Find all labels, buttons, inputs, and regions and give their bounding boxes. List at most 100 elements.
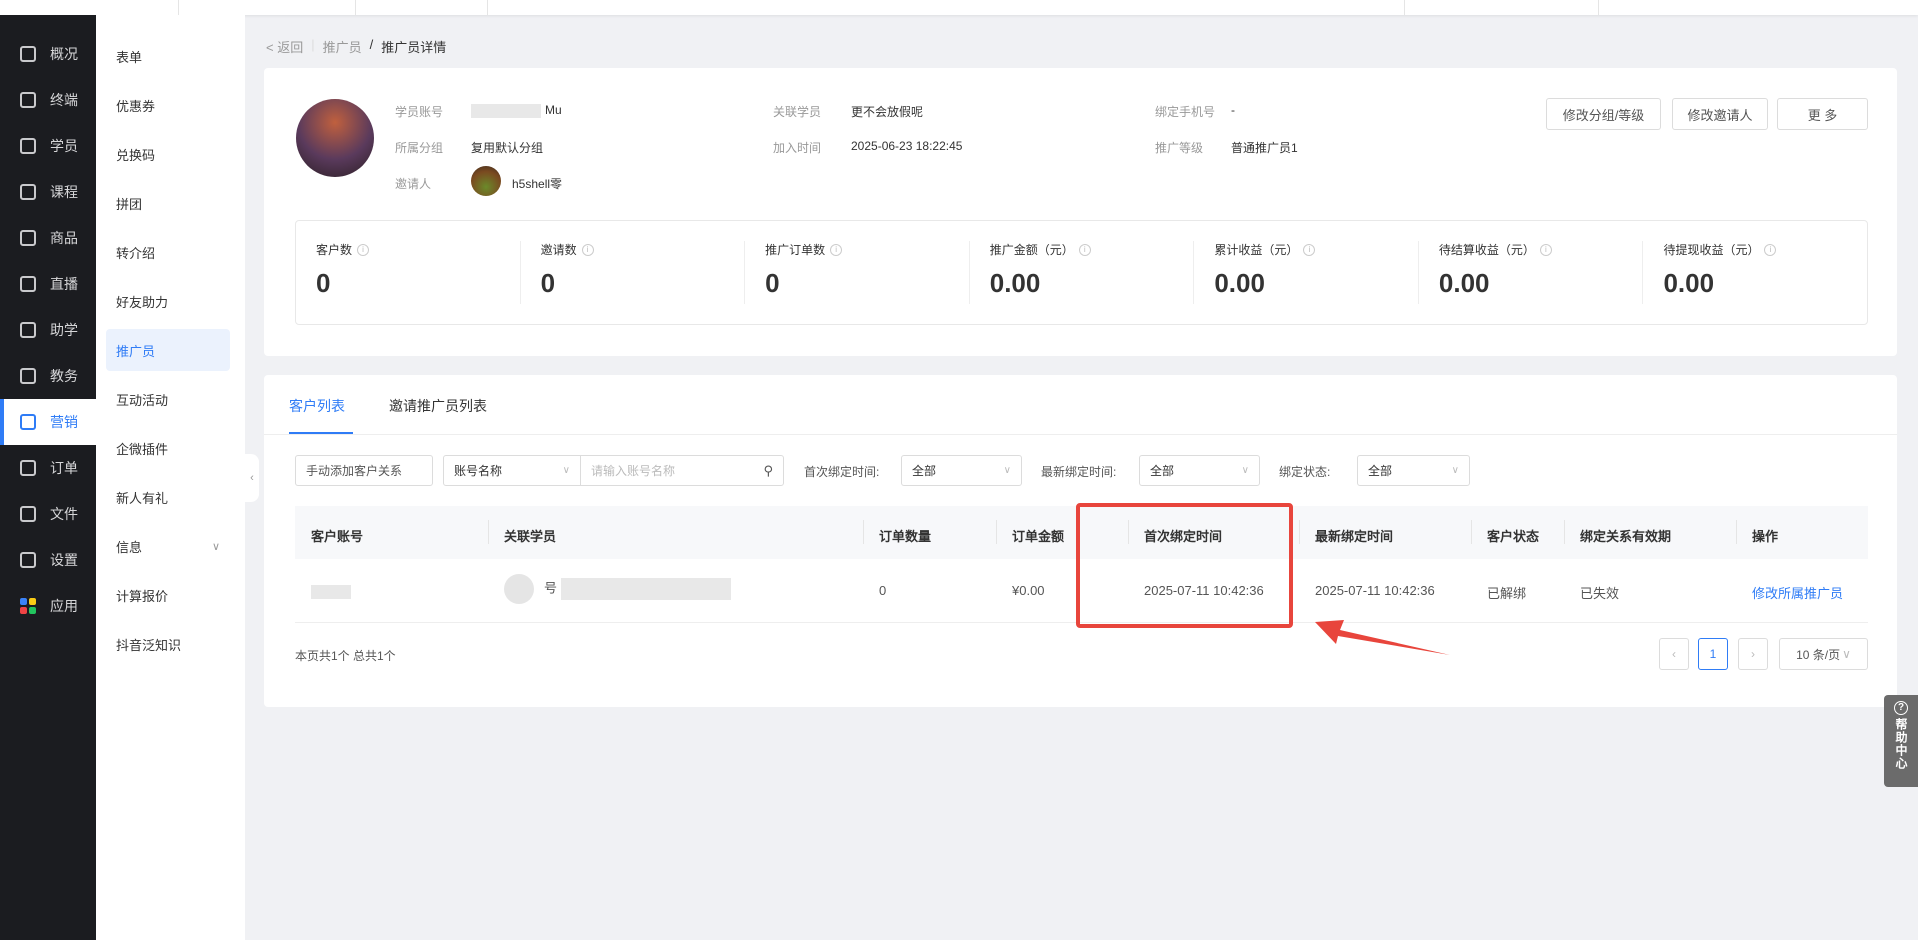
nav-item-2[interactable]: 学员 bbox=[0, 123, 96, 169]
account-value: Mu bbox=[471, 103, 562, 118]
subnav-label: 新人有礼 bbox=[116, 490, 169, 506]
folder-icon bbox=[20, 506, 36, 522]
column-divider bbox=[488, 520, 489, 544]
chevron-down-icon: ∨ bbox=[1842, 647, 1851, 661]
subnav-item-4[interactable]: 转介绍 bbox=[106, 231, 230, 273]
stat-value: 0 bbox=[540, 268, 556, 298]
tab-divider bbox=[264, 434, 1897, 435]
nav-item-5[interactable]: 直播 bbox=[0, 261, 96, 307]
subnav-item-9[interactable]: 新人有礼 bbox=[106, 476, 230, 518]
nav-item-11[interactable]: 设置 bbox=[0, 537, 96, 583]
subnav-item-0[interactable]: 表单 bbox=[106, 35, 230, 77]
subnav-item-8[interactable]: 企微插件 bbox=[106, 427, 230, 469]
cell-orders: 0 bbox=[879, 583, 887, 598]
nav-item-3[interactable]: 课程 bbox=[0, 169, 96, 215]
stat-5: 待结算收益（元） i 0.00 bbox=[1417, 241, 1643, 304]
promoter-avatar bbox=[296, 99, 374, 177]
marketing-subnav: 表单优惠券兑换码拼团转介绍好友助力推广员互动活动企微插件新人有礼信息 ∨ 计算报价抖… bbox=[96, 15, 245, 940]
stat-1: 邀请数 i 0 bbox=[519, 241, 745, 304]
nav-item-10[interactable]: 文件 bbox=[0, 491, 96, 537]
info-icon[interactable]: i bbox=[581, 243, 594, 256]
info-icon[interactable]: i bbox=[830, 243, 843, 256]
chevron-down-icon[interactable]: ∨ bbox=[212, 540, 220, 553]
latest-bind-select[interactable]: 全部 ∨ bbox=[1139, 455, 1260, 486]
account-type-value: 账号名称 bbox=[454, 464, 503, 478]
subnav-item-7[interactable]: 互动活动 bbox=[106, 378, 230, 420]
stat-4: 累计收益（元） i 0.00 bbox=[1193, 241, 1418, 304]
first-bind-select[interactable]: 全部 ∨ bbox=[901, 455, 1022, 486]
stat-label: 待结算收益（元） bbox=[1438, 243, 1535, 257]
page-size-select[interactable]: 10 条/页 ∨ bbox=[1779, 638, 1868, 670]
nav-label: 助学 bbox=[50, 322, 78, 338]
help-center-button[interactable]: ? 帮助中心 bbox=[1884, 695, 1918, 787]
student-name: 号 bbox=[544, 580, 558, 596]
subnav-item-2[interactable]: 兑换码 bbox=[106, 133, 230, 175]
course-icon bbox=[20, 184, 36, 200]
inviter-value[interactable]: h5shell零 bbox=[512, 175, 562, 192]
breadcrumb-parent[interactable]: 推广员 bbox=[323, 37, 362, 56]
nav-item-0[interactable]: 概况 bbox=[0, 31, 96, 77]
nav-label: 教务 bbox=[50, 368, 78, 384]
nav-item-12[interactable]: 应用 bbox=[0, 583, 96, 629]
back-link[interactable]: < 返回 bbox=[266, 37, 303, 56]
cell-account bbox=[311, 583, 355, 599]
status-select[interactable]: 全部 ∨ bbox=[1357, 455, 1470, 486]
prev-page-button[interactable]: ‹ bbox=[1659, 638, 1689, 670]
subnav-item-12[interactable]: 抖音泛知识 bbox=[106, 623, 230, 665]
nav-item-4[interactable]: 商品 bbox=[0, 215, 96, 261]
top-bar bbox=[0, 0, 1918, 15]
stat-label: 推广订单数 bbox=[765, 243, 826, 257]
linked-label: 关联学员 bbox=[773, 105, 822, 119]
status-value: 全部 bbox=[1368, 464, 1393, 478]
column-header: 绑定关系有效期 bbox=[1580, 529, 1672, 544]
subnav-item-6[interactable]: 推广员 bbox=[106, 329, 230, 371]
search-icon[interactable]: ⚲ bbox=[763, 463, 773, 479]
subnav-label: 计算报价 bbox=[116, 588, 169, 604]
tab-invited-promoters[interactable]: 邀请推广员列表 bbox=[389, 396, 487, 416]
edit-group-button[interactable]: 修改分组/等级 bbox=[1546, 98, 1661, 130]
info-icon[interactable]: i bbox=[1078, 243, 1091, 256]
subnav-label: 表单 bbox=[116, 49, 143, 65]
nav-item-1[interactable]: 终端 bbox=[0, 77, 96, 123]
settings-icon bbox=[20, 552, 36, 568]
cell-action[interactable]: 修改所属推广员 bbox=[1752, 583, 1843, 602]
edit-inviter-button[interactable]: 修改邀请人 bbox=[1672, 98, 1768, 130]
info-icon[interactable]: i bbox=[1539, 243, 1552, 256]
dashboard-icon bbox=[20, 46, 36, 62]
account-type-select[interactable]: 账号名称 ∨ bbox=[443, 455, 581, 486]
chevron-down-icon: ∨ bbox=[1451, 465, 1459, 476]
page-1-button[interactable]: 1 bbox=[1698, 638, 1728, 670]
order-icon bbox=[20, 460, 36, 476]
stat-label: 邀请数 bbox=[540, 243, 577, 257]
nav-label: 终端 bbox=[50, 92, 78, 108]
subnav-label: 企微插件 bbox=[116, 441, 169, 457]
info-icon[interactable]: i bbox=[357, 243, 370, 256]
subnav-item-11[interactable]: 计算报价 bbox=[106, 574, 230, 616]
column-divider bbox=[1299, 520, 1300, 544]
info-icon[interactable]: i bbox=[1764, 243, 1777, 256]
help-label: 帮助中心 bbox=[1894, 718, 1908, 770]
subnav-item-5[interactable]: 好友助力 bbox=[106, 280, 230, 322]
info-icon[interactable]: i bbox=[1303, 243, 1316, 256]
tab-customer-list[interactable]: 客户列表 bbox=[289, 396, 345, 416]
chevron-down-icon: ∨ bbox=[562, 465, 570, 476]
collapse-sidebar-button[interactable]: ‹ bbox=[245, 454, 259, 502]
nav-item-6[interactable]: 助学 bbox=[0, 307, 96, 353]
cell-student: 号 bbox=[504, 574, 735, 604]
account-label: 学员账号 bbox=[395, 105, 444, 119]
nav-item-8[interactable]: 营销 bbox=[0, 399, 96, 445]
nav-item-7[interactable]: 教务 bbox=[0, 353, 96, 399]
stat-2: 推广订单数 i 0 bbox=[744, 241, 969, 304]
add-customer-button[interactable]: 手动添加客户关系 bbox=[295, 455, 433, 486]
question-icon: ? bbox=[1894, 701, 1908, 715]
subnav-item-10[interactable]: 信息 ∨ bbox=[106, 525, 230, 567]
account-search-input[interactable]: 请输入账号名称 ⚲ bbox=[580, 455, 784, 486]
subnav-item-1[interactable]: 优惠券 bbox=[106, 84, 230, 126]
column-header: 操作 bbox=[1752, 529, 1779, 544]
more-button[interactable]: 更 多 bbox=[1777, 98, 1868, 130]
subnav-item-3[interactable]: 拼团 bbox=[106, 182, 230, 224]
next-page-button[interactable]: › bbox=[1738, 638, 1768, 670]
subnav-label: 转介绍 bbox=[116, 245, 156, 261]
subnav-label: 拼团 bbox=[116, 196, 143, 212]
nav-item-9[interactable]: 订单 bbox=[0, 445, 96, 491]
